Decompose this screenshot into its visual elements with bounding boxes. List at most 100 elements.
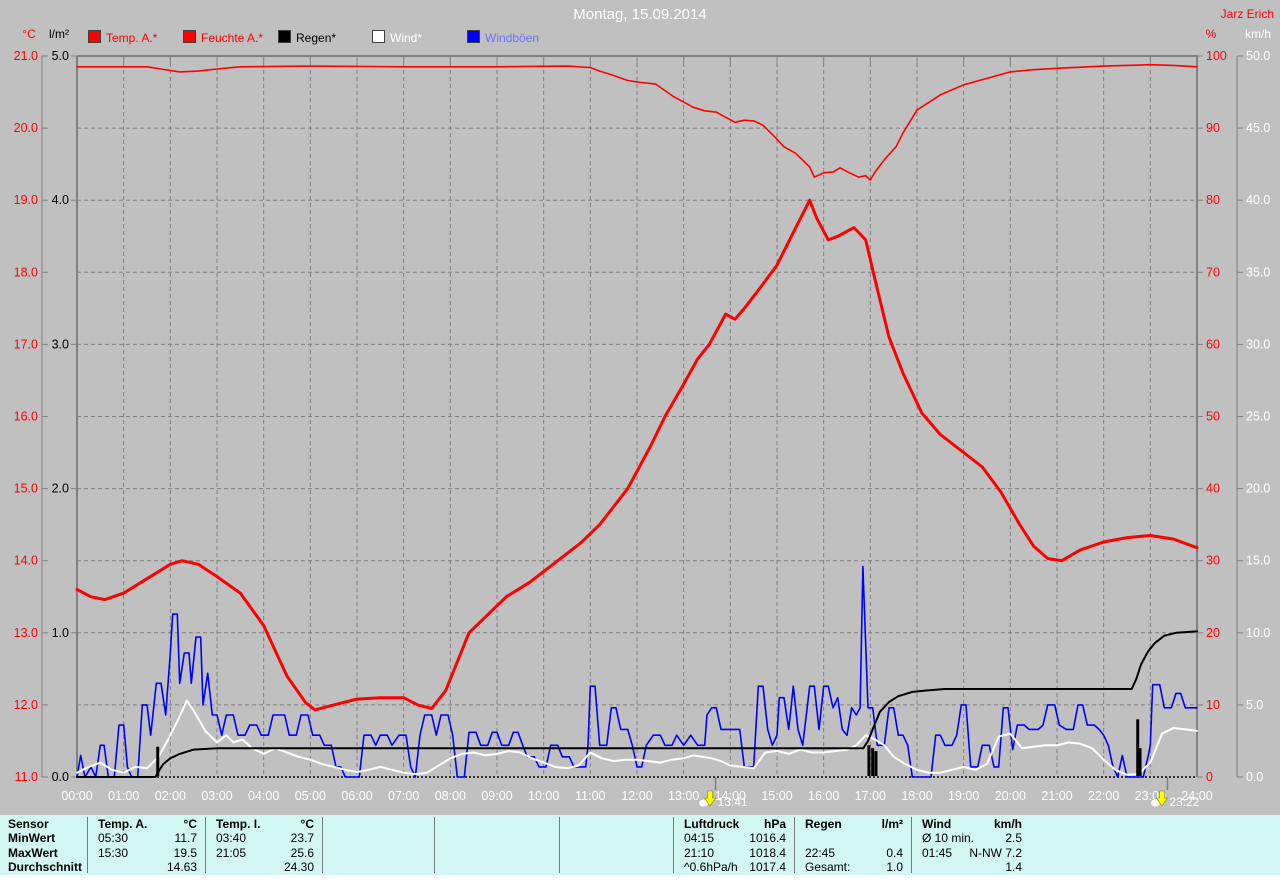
svg-text:13:00: 13:00 xyxy=(668,789,699,803)
table-cell-luftdruck-r1: 04:15 1016.4 xyxy=(674,831,794,845)
svg-text:19.0: 19.0 xyxy=(14,193,38,207)
cell-right: 11.7 xyxy=(174,831,197,845)
svg-text:25.0: 25.0 xyxy=(1246,410,1270,424)
svg-text:5.0: 5.0 xyxy=(1246,698,1263,712)
svg-text:10:00: 10:00 xyxy=(528,789,559,803)
cell-right: km/h xyxy=(993,817,1022,831)
legend-item-temp-a[interactable]: Temp. A.* xyxy=(88,30,158,45)
table-cell-luftdruck-r2: 21:10 1018.4 xyxy=(674,846,794,860)
cell-right: 23.7 xyxy=(290,831,314,845)
table-column-divider xyxy=(559,817,560,873)
table-cell-temp-a--r0: Temp. A. °C xyxy=(88,817,205,831)
svg-text:13.0: 13.0 xyxy=(14,626,38,640)
svg-text:17:00: 17:00 xyxy=(855,789,886,803)
page-title: Montag, 15.09.2014 xyxy=(573,6,707,23)
svg-text:20: 20 xyxy=(1206,626,1220,640)
legend-item-windb-en[interactable]: Windböen xyxy=(467,30,540,45)
svg-text:10: 10 xyxy=(1206,698,1220,712)
cell-left: 21:05 xyxy=(216,846,247,860)
svg-text:11.0: 11.0 xyxy=(15,770,38,784)
table-cell-wind-r0: Wind km/h xyxy=(912,817,1030,831)
table-cell-temp-a--r1: 05:30 11.7 xyxy=(88,831,205,845)
gridlines xyxy=(77,56,1197,777)
svg-text:50.0: 50.0 xyxy=(1246,49,1270,63)
svg-text:16:00: 16:00 xyxy=(808,789,839,803)
cell-right: 2.5 xyxy=(1005,831,1022,845)
cell-right: N-NW 7.2 xyxy=(969,846,1022,860)
legend-swatch-icon xyxy=(183,30,196,43)
table-cell-wind-r1: Ø 10 min. 2.5 xyxy=(912,831,1030,845)
cell-right: l/m² xyxy=(881,817,903,831)
svg-text:14.0: 14.0 xyxy=(14,554,38,568)
cell-right: 1017.4 xyxy=(749,860,786,874)
svg-text:2.0: 2.0 xyxy=(52,482,69,496)
table-cell-temp-i--r2: 21:05 25.6 xyxy=(206,846,322,860)
svg-text:02:00: 02:00 xyxy=(155,789,186,803)
svg-text:09:00: 09:00 xyxy=(481,789,512,803)
x-axis-labels: 00:00 01:00 02:00 03:00 04:00 05:00 06:00 07:00… xyxy=(61,789,1212,803)
legend-item-wind[interactable]: Wind* xyxy=(372,30,423,45)
svg-text:15.0: 15.0 xyxy=(1246,554,1270,568)
table-row-label-durchschnitt: Durchschnitt xyxy=(8,860,83,874)
legend-item-label: Windböen xyxy=(485,31,540,45)
cell-right: 24.30 xyxy=(283,860,314,874)
svg-text:20.0: 20.0 xyxy=(14,121,38,135)
wind-axis-unit: km/h xyxy=(1244,27,1271,41)
legend-item-label: Temp. A.* xyxy=(106,31,158,45)
svg-text:45.0: 45.0 xyxy=(1246,121,1270,135)
svg-text:05:00: 05:00 xyxy=(295,789,326,803)
svg-text:100: 100 xyxy=(1206,49,1227,63)
cell-left: Temp. I. xyxy=(216,817,261,831)
table-row-label-maxwert: MaxWert xyxy=(8,846,58,860)
svg-text:21:00: 21:00 xyxy=(1041,789,1072,803)
svg-text:4.0: 4.0 xyxy=(52,193,69,207)
table-cell-regen-r0: Regen l/m² xyxy=(795,817,911,831)
svg-text:80: 80 xyxy=(1206,193,1220,207)
cell-left: ^0.6hPa/h xyxy=(684,860,738,874)
svg-text:01:00: 01:00 xyxy=(108,789,139,803)
stats-table: Sensor MinWert MaxWert Durchschnitt Temp. A.… xyxy=(0,815,1280,875)
cell-right: 0.4 xyxy=(886,846,903,860)
svg-text:3.0: 3.0 xyxy=(52,337,69,351)
svg-text:12:00: 12:00 xyxy=(621,789,652,803)
cell-right: 1.0 xyxy=(886,860,903,874)
svg-text:20:00: 20:00 xyxy=(995,789,1026,803)
table-cell-temp-a--r2: 15:30 19.5 xyxy=(88,846,205,860)
svg-text:13:41: 13:41 xyxy=(718,795,748,809)
svg-text:18.0: 18.0 xyxy=(14,265,38,279)
svg-text:19:00: 19:00 xyxy=(948,789,979,803)
legend-item-label: Wind* xyxy=(390,31,423,45)
svg-text:04:00: 04:00 xyxy=(248,789,279,803)
table-cell-temp-i--r1: 03:40 23.7 xyxy=(206,831,322,845)
svg-text:40: 40 xyxy=(1206,482,1220,496)
table-cell-luftdruck-r0: Luftdruck hPa xyxy=(674,817,794,831)
author-label: Jarz Erich xyxy=(1220,7,1274,21)
humidity-axis: 1009080706050403020100 xyxy=(1197,49,1227,784)
cell-right: 1.4 xyxy=(1005,860,1022,874)
cell-left: 01:45 xyxy=(922,846,953,860)
svg-text:0.0: 0.0 xyxy=(1246,770,1263,784)
svg-text:22:00: 22:00 xyxy=(1088,789,1119,803)
legend-swatch-icon xyxy=(467,30,480,43)
rain-axis: 5.0 4.0 3.0 2.0 1.0 0.0 xyxy=(52,49,77,784)
svg-text:10.0: 10.0 xyxy=(1246,626,1270,640)
cell-right: 25.6 xyxy=(290,846,314,860)
svg-text:12.0: 12.0 xyxy=(14,698,38,712)
cell-left: 21:10 xyxy=(684,846,715,860)
legend-swatch-icon xyxy=(88,30,101,43)
cell-left: Wind xyxy=(922,817,952,831)
svg-text:00:00: 00:00 xyxy=(61,789,92,803)
cell-right: °C xyxy=(300,817,314,831)
cell-left: Temp. A. xyxy=(98,817,148,831)
cell-right: 1018.4 xyxy=(749,846,786,860)
svg-text:35.0: 35.0 xyxy=(1246,265,1270,279)
legend-item-regen[interactable]: Regen* xyxy=(278,30,337,45)
cell-right: 14.63 xyxy=(166,860,197,874)
table-cell-temp-i--r3: 24.30 xyxy=(206,860,322,874)
cell-right: 1016.4 xyxy=(749,831,786,845)
svg-text:15:00: 15:00 xyxy=(761,789,792,803)
legend-item-feuchte-a[interactable]: Feuchte A.* xyxy=(183,30,263,45)
legend-item-label: Regen* xyxy=(296,31,337,45)
cell-left: Ø 10 min. xyxy=(922,831,975,845)
svg-text:0: 0 xyxy=(1206,770,1213,784)
